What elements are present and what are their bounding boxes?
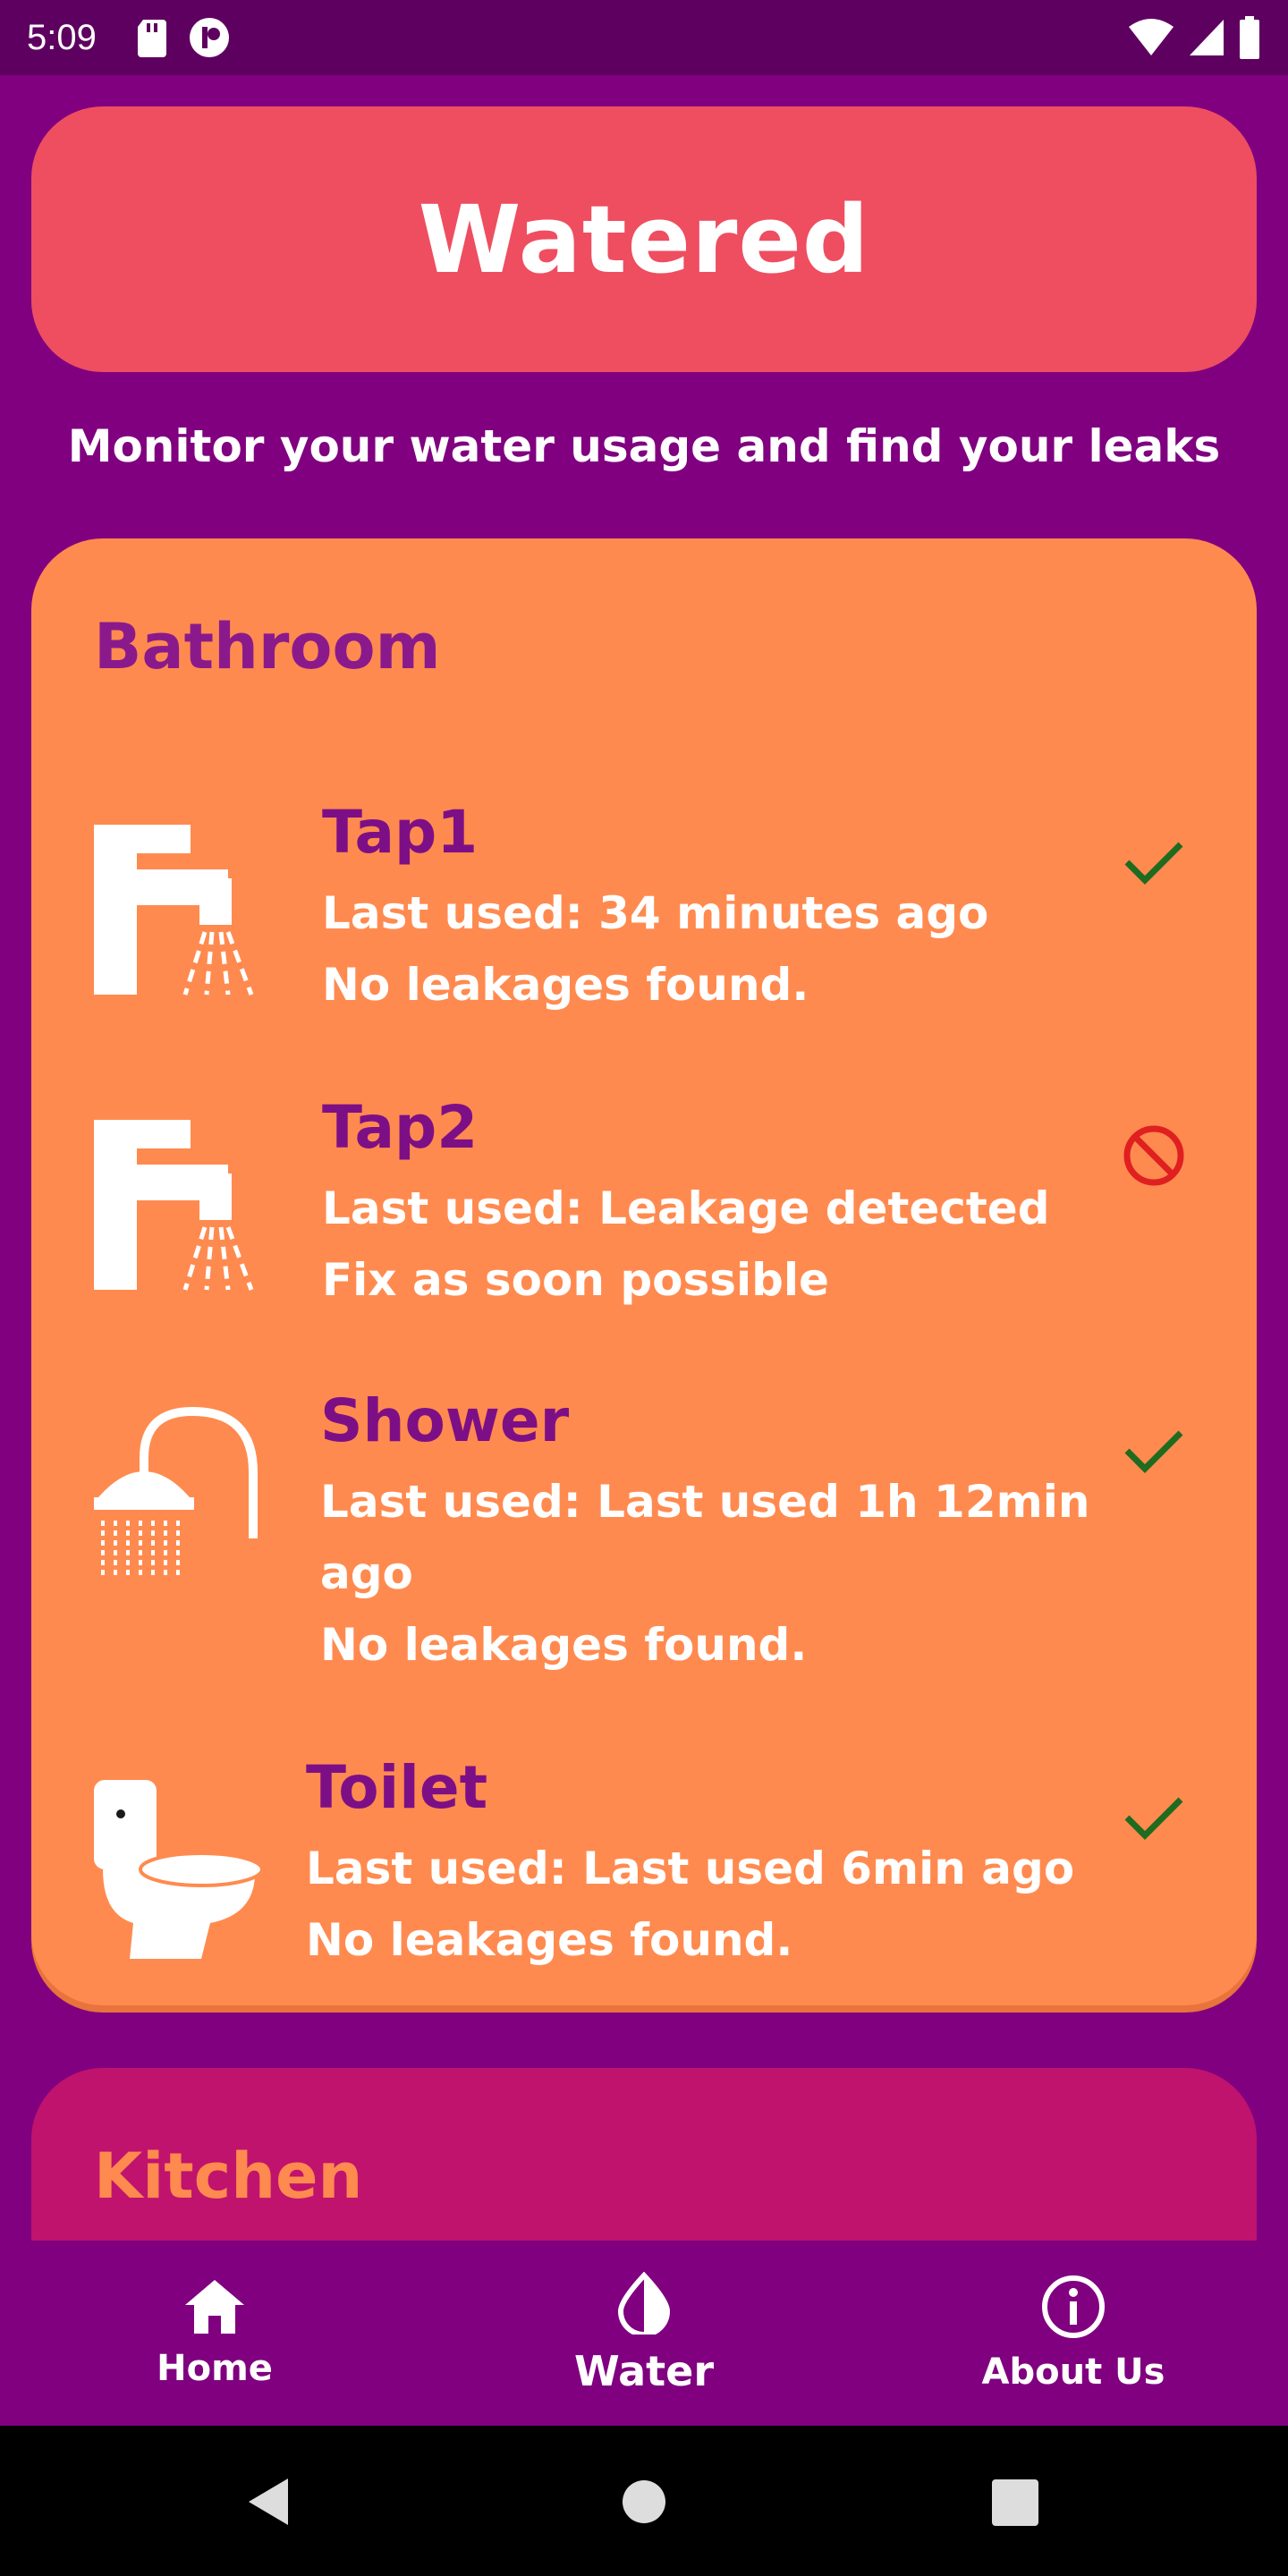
back-icon[interactable]: [242, 2475, 295, 2529]
bathroom-title: Bathroom: [94, 610, 441, 683]
leak-status-text: No leakages found.: [320, 1619, 808, 1671]
fixture-name: Toilet: [306, 1753, 488, 1822]
bottom-navigation: Home Water About Us: [0, 2241, 1288, 2426]
home-icon: [185, 2279, 244, 2334]
app-notification-icon: [189, 18, 229, 57]
last-used-text: Last used: Leakage detected: [322, 1182, 1050, 1234]
fixture-tap1[interactable]: Tap1 Last used: 34 minutes ago No leakag…: [31, 798, 1257, 1066]
fixture-shower[interactable]: Shower Last used: Last used 1h 12min ago…: [31, 1386, 1257, 1744]
leak-status-text: No leakages found.: [306, 1914, 793, 1966]
recents-icon[interactable]: [992, 2479, 1038, 2526]
bathroom-card: Bathroom Tap1 Last used: 34 minutes ago …: [31, 538, 1257, 2005]
nav-about-label: About Us: [981, 2351, 1165, 2393]
home-button-icon[interactable]: [622, 2479, 666, 2524]
leak-status-text: Fix as soon possible: [322, 1254, 829, 1306]
shower-icon: [94, 1406, 258, 1580]
tap-icon: [94, 1120, 254, 1291]
check-icon: [1124, 842, 1183, 885]
nav-home[interactable]: Home: [72, 2278, 358, 2389]
fixture-name: Tap1: [322, 798, 479, 867]
nav-about[interactable]: About Us: [930, 2275, 1216, 2393]
leak-status-text: No leakages found.: [322, 959, 809, 1011]
status-bar: 5:09: [0, 0, 1288, 75]
nav-water-label: Water: [573, 2346, 714, 2395]
subtitle: Monitor your water usage and find your l…: [67, 420, 1221, 472]
fixture-tap2[interactable]: Tap2 Last used: Leakage detected Fix as …: [31, 1093, 1257, 1361]
kitchen-title: Kitchen: [94, 2140, 363, 2213]
last-used-text-cont: ago: [320, 1547, 413, 1599]
blocked-icon: [1123, 1125, 1184, 1186]
fixture-name: Tap2: [322, 1093, 479, 1162]
last-used-text: Last used: Last used 1h 12min: [320, 1476, 1090, 1528]
last-used-text: Last used: Last used 6min ago: [306, 1843, 1075, 1894]
fixture-name: Shower: [320, 1386, 570, 1455]
status-time: 5:09: [27, 17, 97, 57]
nav-home-label: Home: [157, 2347, 273, 2389]
tap-icon: [94, 825, 254, 996]
water-drop-icon: [617, 2271, 671, 2334]
app-header: Watered: [31, 106, 1257, 372]
toilet-icon: [94, 1780, 264, 1959]
check-icon: [1124, 1797, 1183, 1840]
sd-card-icon: [137, 20, 166, 57]
last-used-text: Last used: 34 minutes ago: [322, 887, 989, 939]
battery-icon: [1240, 16, 1259, 59]
wifi-icon: [1129, 19, 1174, 55]
info-icon: [1042, 2275, 1105, 2338]
nav-water[interactable]: Water: [501, 2271, 787, 2395]
app-title: Watered: [418, 184, 870, 294]
system-navigation-bar: [0, 2426, 1288, 2576]
fixture-toilet[interactable]: Toilet Last used: Last used 6min ago No …: [31, 1753, 1257, 1986]
check-icon: [1124, 1430, 1183, 1473]
cell-signal-icon: [1190, 20, 1224, 55]
